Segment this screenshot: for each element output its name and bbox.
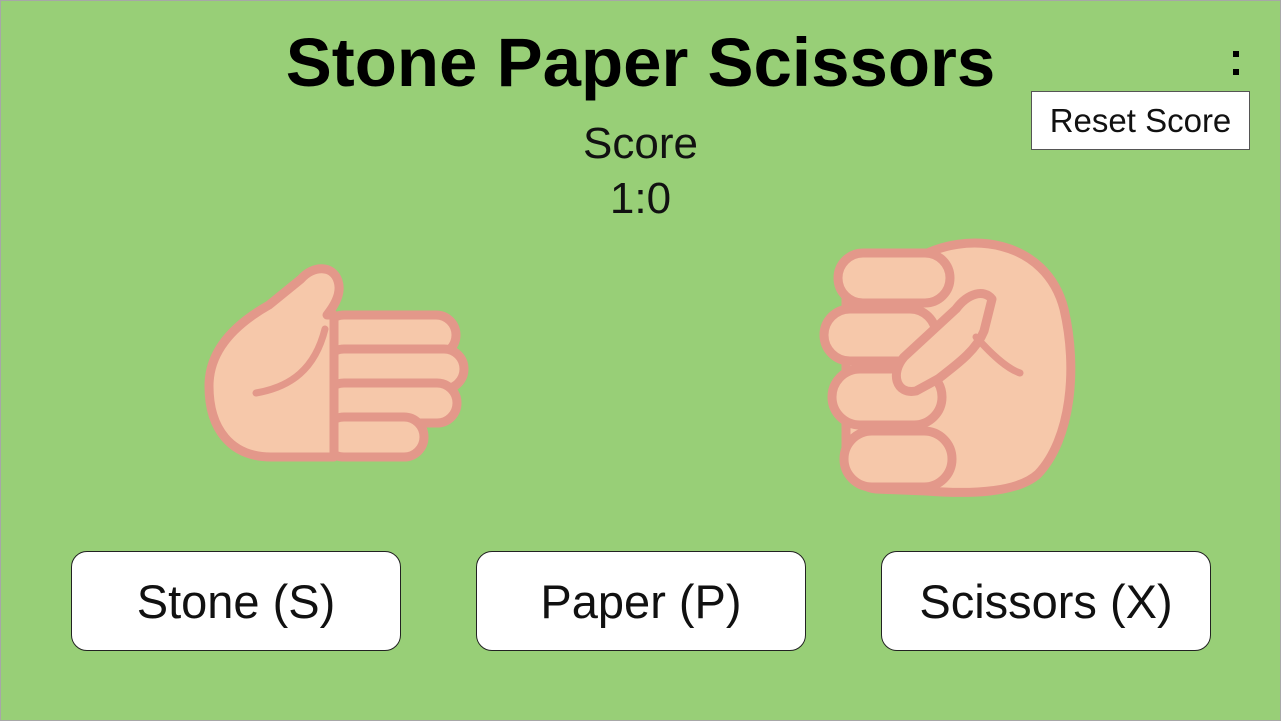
stone-fist-icon [819, 238, 1076, 497]
menu-dots-icon[interactable] [1227, 47, 1243, 81]
stone-button[interactable]: Stone (S) [71, 551, 401, 651]
paper-hand-icon [204, 264, 469, 462]
score-value: 1:0 [609, 174, 672, 223]
game-stage: Stone Paper Scissors Reset Score Score 1… [0, 0, 1281, 721]
scissors-button[interactable]: Scissors (X) [881, 551, 1211, 651]
paper-button[interactable]: Paper (P) [476, 551, 806, 651]
score-label: Score [583, 119, 698, 168]
